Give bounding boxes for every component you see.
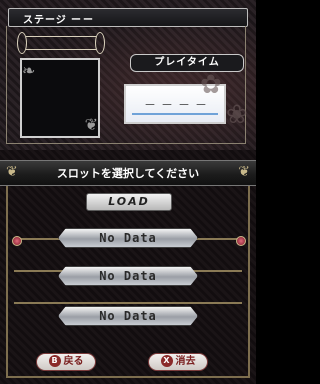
message-bar: ❦ スロットを選択してください ❦ (0, 160, 256, 186)
scroll-ornament-icon: ❦ (238, 164, 250, 180)
save-slot-2[interactable]: No Data (58, 266, 198, 286)
stage-label: ステージ (23, 15, 67, 26)
back-button[interactable]: B 戻る (36, 353, 96, 371)
rose-decoration-icon: ❀ (226, 100, 248, 130)
scroll-right-icon[interactable] (236, 236, 246, 246)
playtime-label: プレイタイム (130, 54, 244, 72)
corner-ornament-icon: ❦ (84, 115, 98, 134)
save-slot-3[interactable]: No Data (58, 306, 198, 326)
rose-decoration-icon: ✿ (200, 70, 222, 100)
scroll-left-icon[interactable] (12, 236, 22, 246)
delete-label: 消去 (175, 356, 196, 367)
bottom-screen: ❦ スロットを選択してください ❦ LOAD No Data No Data N… (0, 150, 256, 384)
top-screen: ステージ ーー ❧ ❦ プレイタイム －－－－ ✿ ❀ (0, 0, 256, 150)
delete-button[interactable]: X 消去 (148, 353, 208, 371)
name-plate (17, 32, 105, 54)
corner-ornament-icon: ❧ (22, 61, 36, 80)
stage-bar: ステージ ーー (8, 8, 248, 27)
x-key-icon: X (160, 355, 173, 367)
message-text: スロットを選択してください (56, 167, 200, 180)
save-thumbnail: ❧ ❦ (20, 58, 100, 138)
divider-ornament (14, 302, 242, 304)
load-title: LOAD (86, 193, 172, 211)
save-slot-1[interactable]: No Data (58, 228, 198, 248)
playtime-underline (132, 113, 218, 115)
b-key-icon: B (48, 355, 61, 367)
stage-value: ーー (71, 15, 95, 26)
back-label: 戻る (63, 356, 84, 367)
